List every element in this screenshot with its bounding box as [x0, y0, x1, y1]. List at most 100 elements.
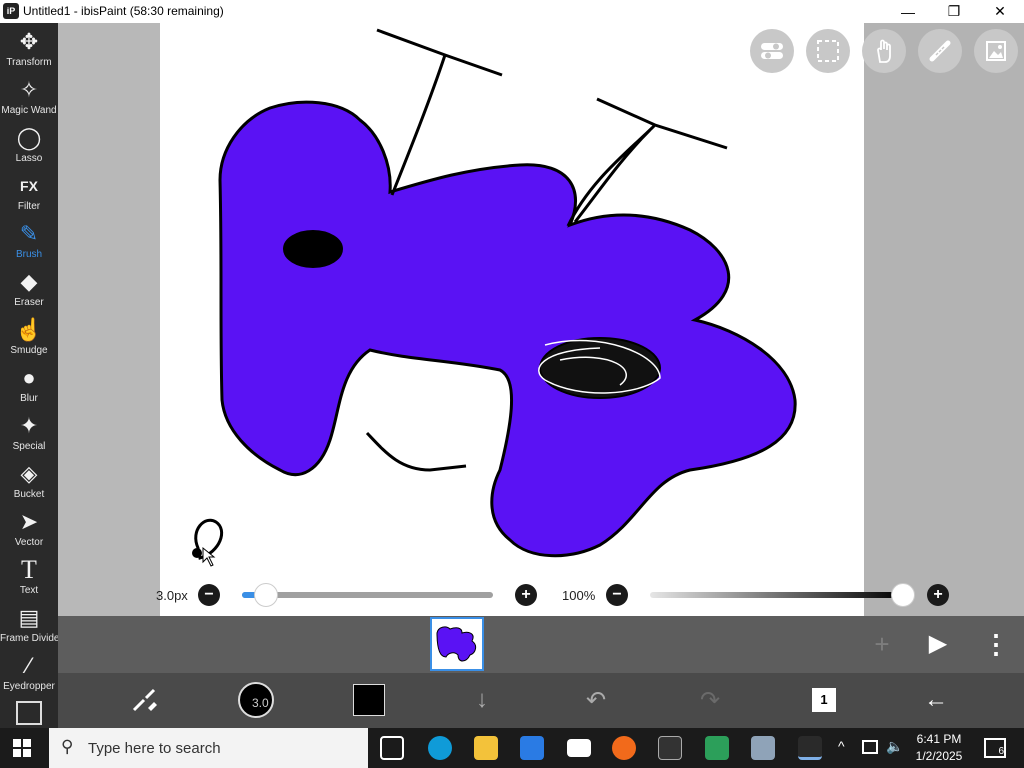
notifications-icon[interactable]: 6 [984, 738, 1006, 758]
notification-count: 6 [998, 746, 1004, 757]
download-icon[interactable]: ↓ [462, 679, 502, 721]
task-view-icon[interactable] [380, 736, 404, 760]
brush-size-minus-button[interactable]: − [198, 584, 220, 606]
windows-taskbar: ⚲ Type here to search ^ 🔈 6:41 PM 1/2/20… [0, 728, 1024, 768]
tool-bucket[interactable]: ◈ Bucket [0, 459, 58, 507]
ruler-icon [929, 40, 951, 62]
scribble-right [539, 337, 661, 399]
terminal-icon[interactable] [658, 736, 682, 760]
frame-divider-icon: ▤ [18, 605, 40, 630]
bucket-icon: ◈ [20, 461, 38, 486]
tool-label: Special [12, 441, 46, 452]
tool-magic-wand[interactable]: ✧ Magic Wand [0, 75, 58, 123]
close-button[interactable]: ✕ [977, 0, 1023, 23]
brush-size-knob[interactable] [254, 583, 278, 607]
ibispaint-app-icon: iP [3, 3, 19, 19]
tool-blur[interactable]: ● Blur [0, 363, 58, 411]
filter-fx-icon: FX [20, 178, 38, 194]
tool-label: Text [19, 585, 39, 596]
add-frame-button[interactable]: + [864, 626, 900, 662]
file-explorer-icon[interactable] [474, 736, 498, 760]
tool-brush[interactable]: ✎ Brush [0, 219, 58, 267]
color-button[interactable] [350, 679, 388, 721]
eyedropper-icon: ⁄ [27, 653, 31, 678]
dashed-selection-icon [817, 40, 839, 62]
mail-icon[interactable] [567, 739, 591, 757]
layer-thumbnail[interactable] [430, 617, 484, 671]
tool-label: Eyedropper [3, 681, 55, 692]
toggle-icon [761, 43, 783, 59]
tool-label: Bucket [13, 489, 45, 500]
line-curve [365, 431, 467, 472]
bottom-toolbar: 3.0 ↓ ↶ ↷ 1 ← [58, 673, 1024, 728]
app-icon-green[interactable] [705, 736, 729, 760]
volume-muted-icon[interactable]: 🔈 [886, 738, 903, 755]
ibispaint-taskbar-icon[interactable] [798, 736, 822, 760]
tool-transform[interactable]: ✥ Transform [0, 27, 58, 75]
search-icon: ⚲ [61, 737, 74, 756]
drawing-canvas[interactable] [160, 23, 864, 616]
store-icon[interactable] [520, 736, 544, 760]
maximize-button[interactable]: ❐ [931, 0, 977, 23]
more-options-button[interactable]: ⋮ [978, 626, 1014, 662]
smudge-icon: ☝ [15, 317, 43, 342]
tool-label: Frame Divider [0, 633, 63, 644]
redo-icon[interactable]: ↷ [690, 679, 730, 721]
tool-filter[interactable]: FX Filter [0, 171, 58, 219]
tool-eyedropper[interactable]: ⁄ Eyedropper [0, 651, 58, 699]
window-title: Untitled1 - ibisPaint (58:30 remaining) [23, 4, 224, 18]
opacity-minus-button[interactable]: − [606, 584, 628, 606]
chevron-up-icon[interactable]: ^ [838, 738, 845, 754]
selection-button[interactable] [806, 29, 850, 73]
magic-wand-icon: ✧ [19, 77, 39, 102]
brush-size-track[interactable] [242, 592, 493, 598]
brush-size-button[interactable]: 3.0 [236, 679, 276, 721]
toggle-settings-button[interactable] [750, 29, 794, 73]
brush-swap-button[interactable] [124, 679, 164, 721]
canvas-icon[interactable] [16, 701, 42, 725]
brush-size-label: 3.0px [156, 588, 188, 603]
thumbnail-artwork [436, 626, 477, 662]
tool-frame-divider[interactable]: ▤ Frame Divider [0, 603, 63, 651]
windows-start-icon[interactable] [13, 739, 31, 762]
edge-icon[interactable] [428, 736, 452, 760]
brush-size-plus-button[interactable]: + [515, 584, 537, 606]
brush-size-value: 3.0 [252, 696, 269, 710]
tool-label: Eraser [14, 297, 44, 308]
current-color-swatch [353, 684, 385, 716]
tool-text[interactable]: T Text [0, 555, 58, 603]
blur-drop-icon: ● [22, 365, 36, 390]
undo-icon[interactable]: ↶ [576, 679, 616, 721]
tool-label: Smudge [10, 345, 48, 356]
line-stick-right [566, 97, 728, 227]
minimize-button[interactable]: — [885, 0, 931, 23]
back-arrow-icon[interactable]: ← [916, 679, 956, 721]
opacity-track[interactable] [650, 592, 903, 598]
special-icon: ✦ [19, 413, 39, 438]
opacity-plus-button[interactable]: + [927, 584, 949, 606]
opacity-knob[interactable] [891, 583, 915, 607]
app-icon-gray[interactable] [751, 736, 775, 760]
date: 1/2/2025 [915, 749, 963, 763]
tool-vector[interactable]: ➤ Vector [0, 507, 58, 555]
tool-label: Magic Wand [1, 105, 57, 116]
tool-label: Brush [15, 249, 43, 260]
tool-lasso[interactable]: ◯ Lasso [0, 123, 58, 171]
network-icon[interactable] [862, 740, 878, 754]
clock[interactable]: 6:41 PM 1/2/2025 [908, 731, 970, 765]
layers-button[interactable]: 1 [804, 679, 844, 721]
tool-smudge[interactable]: ☝ Smudge [0, 315, 58, 363]
material-button[interactable] [974, 29, 1018, 73]
layers-count: 1 [812, 688, 836, 712]
tool-label: Blur [20, 393, 38, 404]
scribble-left [283, 230, 343, 268]
ruler-button[interactable] [918, 29, 962, 73]
transform-icon: ✥ [19, 29, 39, 54]
touch-mode-button[interactable] [862, 29, 906, 73]
lasso-icon: ◯ [16, 125, 42, 150]
tool-eraser[interactable]: ◆ Eraser [0, 267, 58, 315]
taskbar-search[interactable]: ⚲ Type here to search [49, 728, 368, 768]
tool-special[interactable]: ✦ Special [0, 411, 58, 459]
play-button[interactable]: ▶ [920, 626, 956, 662]
firefox-icon[interactable] [612, 736, 636, 760]
